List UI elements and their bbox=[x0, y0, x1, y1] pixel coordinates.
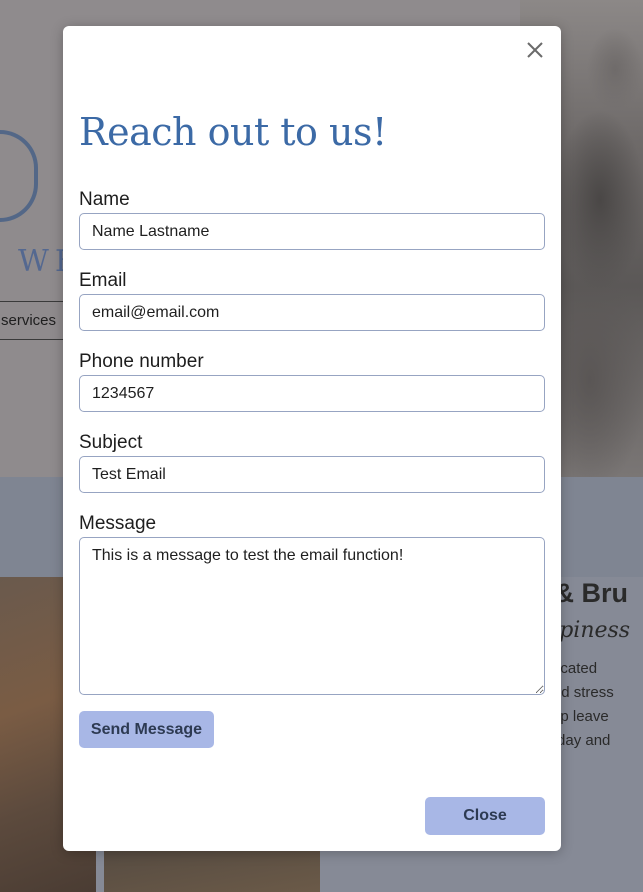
message-label: Message bbox=[79, 513, 157, 534]
email-label: Email bbox=[79, 270, 127, 291]
message-field[interactable]: This is a message to test the email func… bbox=[79, 537, 545, 695]
modal-title: Reach out to us! bbox=[79, 110, 387, 154]
phone-label: Phone number bbox=[79, 351, 204, 372]
send-message-button[interactable]: Send Message bbox=[79, 711, 214, 748]
close-button[interactable]: Close bbox=[425, 797, 545, 835]
nav-item-services[interactable]: services bbox=[0, 301, 65, 340]
contact-modal: Reach out to us! Name Email Phone number… bbox=[63, 26, 561, 851]
subject-field[interactable] bbox=[79, 456, 545, 493]
name-field[interactable] bbox=[79, 213, 545, 250]
close-icon[interactable] bbox=[524, 39, 546, 61]
name-label: Name bbox=[79, 189, 130, 210]
subject-label: Subject bbox=[79, 432, 143, 453]
phone-field[interactable] bbox=[79, 375, 545, 412]
email-field[interactable] bbox=[79, 294, 545, 331]
